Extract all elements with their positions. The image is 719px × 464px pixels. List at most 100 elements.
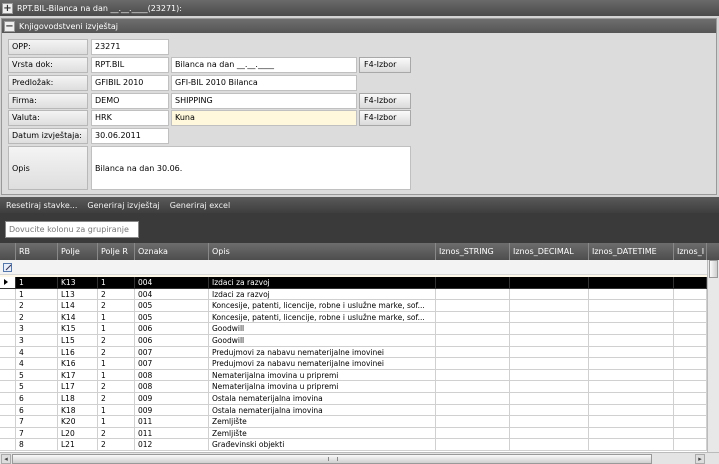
table-row[interactable]: 7 L20 2 011 Zemljište — [0, 427, 707, 440]
table-row[interactable]: 5 K17 1 008 Nematerijalna imovina u pripremi — [0, 369, 707, 382]
cell-iznos[interactable] — [589, 369, 674, 382]
row-indicator[interactable] — [0, 346, 16, 359]
cell-iznos[interactable] — [674, 346, 707, 359]
row-indicator[interactable] — [0, 404, 16, 417]
cell-iznos[interactable] — [674, 277, 707, 289]
table-row[interactable]: 3 K15 1 006 Goodwill — [0, 323, 707, 335]
cell-oznaka[interactable]: 011 — [135, 416, 209, 428]
cell-rb[interactable]: 5 — [16, 381, 58, 393]
cell-iznos[interactable] — [510, 381, 589, 393]
table-row[interactable]: 8 L21 2 012 Građevinski objekti — [0, 439, 707, 451]
row-indicator[interactable] — [0, 439, 16, 451]
cell-iznos[interactable] — [674, 311, 707, 324]
cell-iznos[interactable] — [589, 381, 674, 393]
cell-polje[interactable]: K20 — [58, 416, 98, 428]
cell-rb[interactable]: 8 — [16, 439, 58, 451]
generate-report-button[interactable]: Generiraj izvještaj — [87, 201, 159, 210]
table-row[interactable]: 6 K18 1 009 Ostala nematerijalna imovina — [0, 404, 707, 417]
cell-iznos[interactable] — [436, 439, 510, 451]
cell-oznaka[interactable]: 009 — [135, 404, 209, 417]
cell-polje[interactable]: K16 — [58, 358, 98, 370]
cell-iznos[interactable] — [436, 300, 510, 312]
cell-iznos[interactable] — [589, 288, 674, 301]
generate-excel-button[interactable]: Generiraj excel — [170, 201, 231, 210]
cell-polje[interactable]: L20 — [58, 427, 98, 440]
cell-opis[interactable]: Nematerijalna imovina u pripremi — [209, 381, 436, 393]
cell-iznos[interactable] — [510, 358, 589, 370]
reset-items-button[interactable]: Resetiraj stavke... — [6, 201, 77, 210]
row-indicator[interactable] — [0, 277, 16, 289]
cell-rb[interactable]: 3 — [16, 335, 58, 347]
cell-iznos[interactable] — [436, 381, 510, 393]
cell-polje_r[interactable]: 2 — [98, 393, 135, 405]
cell-rb[interactable]: 4 — [16, 358, 58, 370]
cell-iznos[interactable] — [510, 369, 589, 382]
cell-rb[interactable]: 2 — [16, 300, 58, 312]
cell-iznos[interactable] — [436, 358, 510, 370]
cell-iznos[interactable] — [510, 439, 589, 451]
row-indicator[interactable] — [0, 358, 16, 370]
valuta-select-button[interactable]: F4-Izbor — [359, 110, 411, 126]
cell-iznos[interactable] — [674, 335, 707, 347]
scroll-right-icon[interactable]: ▸ — [695, 454, 705, 464]
cell-opis[interactable]: Koncesije, patenti, licencije, robne i u… — [209, 311, 436, 324]
vrsta-dok-code-field[interactable]: RPT.BIL — [91, 57, 169, 73]
row-indicator[interactable] — [0, 323, 16, 335]
cell-rb[interactable]: 1 — [16, 277, 58, 289]
cell-rb[interactable]: 1 — [16, 288, 58, 301]
cell-oznaka[interactable]: 008 — [135, 381, 209, 393]
cell-iznos[interactable] — [510, 300, 589, 312]
cell-polje_r[interactable]: 1 — [98, 323, 135, 335]
datum-field[interactable]: 30.06.2011 — [91, 128, 169, 144]
cell-iznos[interactable] — [589, 335, 674, 347]
cell-opis[interactable]: Građevinski objekti — [209, 439, 436, 451]
cell-iznos[interactable] — [674, 393, 707, 405]
cell-iznos[interactable] — [510, 393, 589, 405]
cell-iznos[interactable] — [589, 277, 674, 289]
cell-iznos[interactable] — [510, 323, 589, 335]
cell-iznos[interactable] — [510, 277, 589, 289]
row-indicator[interactable] — [0, 311, 16, 324]
cell-polje_r[interactable]: 1 — [98, 277, 135, 289]
collapse-icon[interactable]: − — [4, 20, 15, 32]
row-indicator[interactable] — [0, 381, 16, 393]
table-row[interactable]: 6 L18 2 009 Ostala nematerijalna imovina — [0, 393, 707, 405]
cell-opis[interactable]: Predujmovi za nabavu nematerijalne imovi… — [209, 358, 436, 370]
cell-polje[interactable]: L14 — [58, 300, 98, 312]
cell-polje[interactable]: L15 — [58, 335, 98, 347]
col-header-iznos-string[interactable]: Iznos_STRING — [436, 243, 510, 260]
cell-iznos[interactable] — [436, 369, 510, 382]
cell-polje_r[interactable]: 2 — [98, 427, 135, 440]
cell-oznaka[interactable]: 004 — [135, 288, 209, 301]
cell-oznaka[interactable]: 005 — [135, 311, 209, 324]
cell-oznaka[interactable]: 005 — [135, 300, 209, 312]
valuta-code-field[interactable]: HRK — [91, 110, 169, 126]
cell-oznaka[interactable]: 006 — [135, 323, 209, 335]
cell-rb[interactable]: 3 — [16, 323, 58, 335]
cell-iznos[interactable] — [510, 404, 589, 417]
col-header-iznos-datetime[interactable]: Iznos_DATETIME — [589, 243, 674, 260]
row-indicator[interactable] — [0, 427, 16, 440]
cell-iznos[interactable] — [674, 358, 707, 370]
table-row[interactable]: 4 K16 1 007 Predujmovi za nabavu nematerijal… — [0, 358, 707, 370]
row-indicator[interactable] — [0, 335, 16, 347]
vrsta-dok-name-field[interactable]: Bilanca na dan __.__.____ — [171, 57, 357, 73]
expand-icon[interactable]: + — [2, 2, 13, 14]
cell-iznos[interactable] — [589, 427, 674, 440]
cell-polje_r[interactable]: 2 — [98, 300, 135, 312]
cell-polje_r[interactable]: 2 — [98, 335, 135, 347]
cell-polje_r[interactable]: 2 — [98, 288, 135, 301]
cell-polje_r[interactable]: 1 — [98, 416, 135, 428]
table-row[interactable]: 1 K13 1 004 Izdaci za razvoj — [0, 277, 707, 289]
horizontal-scroll-thumb[interactable] — [12, 454, 652, 464]
table-row[interactable]: 5 L17 2 008 Nematerijalna imovina u pripremi — [0, 381, 707, 393]
cell-iznos[interactable] — [674, 404, 707, 417]
col-header-polje-r[interactable]: Polje R — [98, 243, 135, 260]
vertical-scrollbar[interactable] — [707, 260, 719, 452]
cell-iznos[interactable] — [589, 393, 674, 405]
cell-iznos[interactable] — [589, 404, 674, 417]
col-header-polje[interactable]: Polje — [58, 243, 98, 260]
row-indicator[interactable] — [0, 416, 16, 428]
cell-opis[interactable]: Goodwill — [209, 323, 436, 335]
row-indicator[interactable] — [0, 393, 16, 405]
